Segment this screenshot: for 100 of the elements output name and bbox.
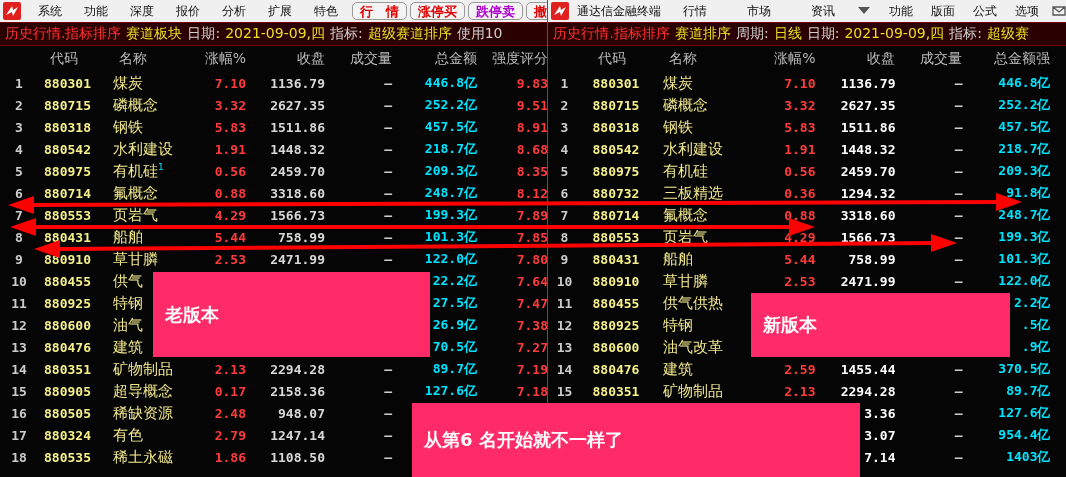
table-cell: 特钢: [663, 315, 694, 335]
table-cell: 建筑: [113, 337, 143, 357]
table-cell: —: [384, 251, 392, 267]
row-number: 16: [11, 405, 27, 421]
table-cell: .9亿: [1021, 338, 1051, 356]
table-cell: —: [384, 75, 392, 91]
table-cell: —: [384, 185, 392, 201]
table-cell: 2627.35: [840, 97, 896, 113]
row-number: 8: [560, 229, 569, 245]
table-cell: 水利建设: [113, 139, 173, 159]
column-header[interactable]: 成交量: [900, 50, 971, 68]
table-cell: 1.86: [214, 449, 246, 465]
table-cell: 880975: [44, 163, 91, 179]
table-cell: 3318.60: [270, 185, 325, 201]
table-cell: 有色: [113, 425, 143, 445]
table-cell: 199.3亿: [998, 228, 1051, 246]
table-cell: —: [954, 229, 963, 245]
table-cell: 7.89: [516, 207, 548, 223]
table-cell: 880431: [592, 251, 640, 267]
table-cell: 5.44: [784, 251, 816, 267]
table-cell: 880714: [44, 185, 91, 201]
table-cell: —: [954, 163, 963, 179]
column-header[interactable]: 收盘: [250, 50, 330, 68]
table-cell: —: [384, 449, 392, 465]
table-cell: 超导概念: [113, 381, 173, 401]
column-header[interactable]: 代码: [580, 50, 656, 68]
dropdown-caret-icon[interactable]: [858, 7, 870, 15]
table-cell: —: [384, 207, 392, 223]
column-header[interactable]: 总金额: [400, 50, 479, 68]
title-text: 历史行情.指标排序: [553, 25, 670, 43]
message-icon[interactable]: [1052, 6, 1066, 16]
toolbar-button[interactable]: 跌停卖: [468, 2, 523, 20]
menu-item[interactable]: 特色: [303, 2, 349, 20]
column-header[interactable]: 成交量: [330, 50, 400, 68]
table-cell: 1566.73: [840, 229, 896, 245]
table-cell: 2459.70: [840, 163, 896, 179]
menu-item[interactable]: 功能: [73, 2, 119, 20]
table-cell: 2.13: [784, 383, 816, 399]
menu-item[interactable]: 报价: [165, 2, 211, 20]
menu-item[interactable]: 系统: [27, 2, 73, 20]
table-cell: 0.36: [784, 185, 816, 201]
table-cell: 特钢: [113, 293, 143, 313]
menu-item[interactable]: 公式: [964, 2, 1006, 20]
menu-item[interactable]: 行情: [663, 2, 728, 20]
menu-item[interactable]: 功能: [880, 2, 922, 20]
table-cell: 880600: [592, 339, 640, 355]
table-cell: 127.6亿: [424, 382, 477, 400]
table-cell: 2.48: [214, 405, 246, 421]
table-cell: 880542: [592, 141, 640, 157]
table-cell: 209.3亿: [424, 162, 477, 180]
table-cell: 89.7亿: [432, 360, 477, 378]
menu-item[interactable]: 深度: [119, 2, 165, 20]
table-cell: 1455.44: [840, 361, 896, 377]
menu-item[interactable]: 扩展: [257, 2, 303, 20]
column-header[interactable]: 名称: [655, 50, 741, 68]
table-cell: 880542: [44, 141, 91, 157]
table-cell: 草甘膦: [113, 249, 158, 269]
table-cell: 0.56: [784, 163, 816, 179]
title-text: 赛道排序: [674, 25, 731, 43]
column-header[interactable]: 代码: [38, 50, 110, 68]
toolbar-button[interactable]: 撤: [526, 2, 548, 20]
toolbar-button[interactable]: 行 情: [352, 2, 407, 20]
table-cell: 880715: [44, 97, 91, 113]
menu-item[interactable]: 市场: [727, 2, 792, 20]
column-header[interactable]: 名称: [110, 50, 190, 68]
table-cell: 7.10: [784, 75, 816, 91]
table-cell: 7.18: [516, 383, 548, 399]
menu-item[interactable]: 版面: [922, 2, 964, 20]
table-cell: —: [954, 251, 963, 267]
table-cell: 稀土永磁: [113, 447, 173, 467]
table-cell: 7.80: [516, 251, 548, 267]
table-cell: —: [954, 75, 963, 91]
menu-item[interactable]: 选项: [1006, 2, 1048, 20]
row-number: 13: [556, 339, 573, 355]
column-header[interactable]: 总金额强: [970, 50, 1051, 68]
table-cell: 880925: [592, 317, 640, 333]
table-cell: 建筑: [663, 359, 694, 379]
table-cell: 2294.28: [840, 383, 896, 399]
table-cell: 1448.32: [840, 141, 896, 157]
table-cell: 5.83: [784, 119, 816, 135]
table-cell: 草甘膦: [663, 271, 709, 291]
table-cell: 0.56: [214, 163, 246, 179]
table-cell: 钢铁: [113, 117, 143, 137]
table-cell: 船舶: [113, 227, 143, 247]
column-header[interactable]: 涨幅%: [740, 50, 819, 68]
column-header[interactable]: 收盘: [818, 50, 901, 68]
table-cell: 3.07: [864, 427, 896, 443]
toolbar-button[interactable]: 涨停买: [410, 2, 465, 20]
title-text: 赛道板块: [126, 25, 183, 43]
menu-item[interactable]: 资讯: [791, 2, 856, 20]
table-cell: 2.13: [214, 361, 246, 377]
table-cell: 70.5亿: [432, 338, 477, 356]
menu-item[interactable]: 分析: [211, 2, 257, 20]
column-header[interactable]: 强度评分: [479, 50, 548, 68]
table-cell: 0.88: [784, 207, 816, 223]
column-header[interactable]: 涨幅%: [190, 50, 250, 68]
table-cell: 2627.35: [270, 97, 325, 113]
table-cell: —: [954, 449, 963, 465]
title-text: 使用10: [456, 25, 503, 43]
table-cell: 页岩气: [113, 205, 158, 225]
